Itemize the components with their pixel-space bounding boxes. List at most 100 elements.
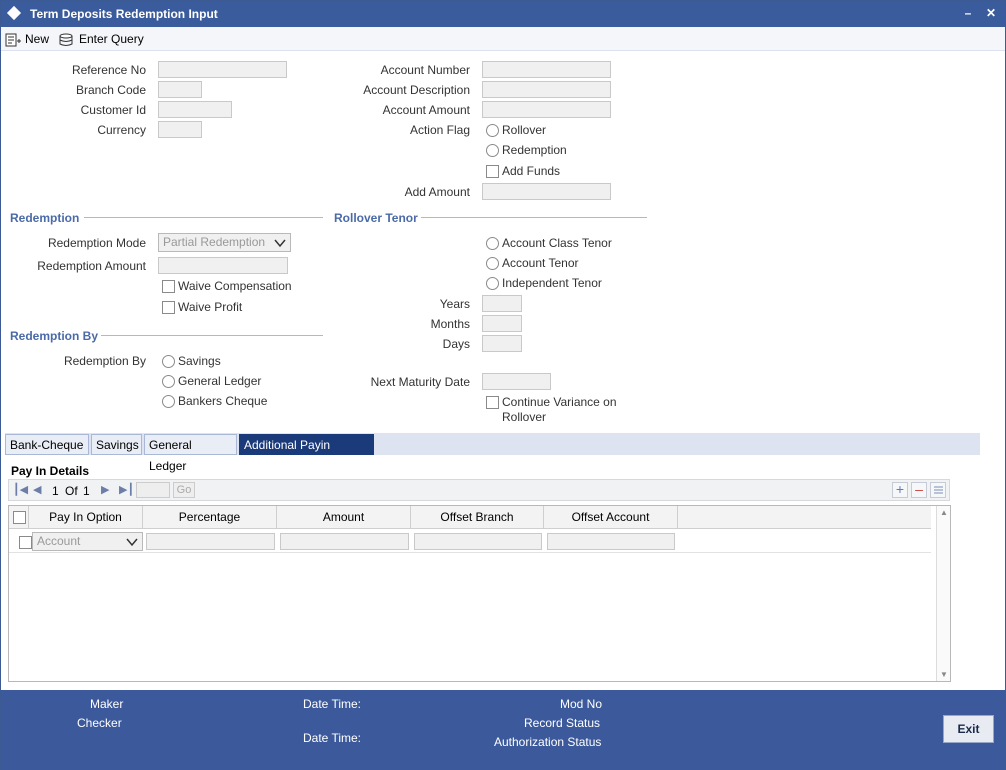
account-number-label: Account Number xyxy=(380,63,470,77)
redemption-by-section-divider xyxy=(101,335,323,336)
add-amount-field[interactable] xyxy=(482,183,611,200)
select-all-checkbox[interactable] xyxy=(13,511,26,524)
redemption-radio[interactable] xyxy=(486,144,499,157)
waive-profit-checkbox[interactable] xyxy=(162,301,175,314)
currency-field[interactable] xyxy=(158,121,202,138)
row-select-checkbox[interactable] xyxy=(19,536,32,549)
of-label: Of xyxy=(65,484,78,498)
scroll-up-icon[interactable]: ▲ xyxy=(940,508,948,517)
col-amount: Amount xyxy=(277,506,411,529)
footer: Maker Checker Date Time: Date Time: Mod … xyxy=(1,690,1005,770)
days-label: Days xyxy=(442,337,470,351)
last-page-icon[interactable]: ▶┃ xyxy=(119,483,134,496)
account-description-field[interactable] xyxy=(482,81,611,98)
account-amount-label: Account Amount xyxy=(382,103,470,117)
rollover-option-label: Rollover xyxy=(502,123,547,137)
general-ledger-option-label: General Ledger xyxy=(178,374,262,388)
account-amount-field[interactable] xyxy=(482,101,611,118)
redemption-by-section-title: Redemption By xyxy=(10,329,99,343)
window-title: Term Deposits Redemption Input xyxy=(30,7,218,21)
col-pay-in-option: Pay In Option xyxy=(29,506,143,529)
prev-page-icon[interactable]: ◀ xyxy=(33,483,41,496)
next-page-icon[interactable]: ▶ xyxy=(101,483,109,496)
scroll-down-icon[interactable]: ▼ xyxy=(940,670,948,679)
rollover-radio[interactable] xyxy=(486,124,499,137)
reference-no-field[interactable] xyxy=(158,61,287,78)
go-button[interactable]: Go xyxy=(173,482,195,498)
close-button[interactable]: ✕ xyxy=(984,5,998,21)
table-scrollbar[interactable]: ▲ ▼ xyxy=(936,506,950,681)
tab-savings[interactable]: Savings xyxy=(91,434,142,455)
currency-label: Currency xyxy=(97,123,146,137)
tab-bank-cheque[interactable]: Bank-Cheque xyxy=(5,434,89,455)
pay-in-option-select[interactable]: Account xyxy=(32,532,143,551)
branch-code-label: Branch Code xyxy=(75,83,146,97)
independent-tenor-radio[interactable] xyxy=(486,277,499,290)
offset-account-field[interactable] xyxy=(547,533,675,550)
account-number-field[interactable] xyxy=(482,61,611,78)
customer-id-field[interactable] xyxy=(158,101,232,118)
tab-additional-payin-details[interactable]: Additional Payin Details xyxy=(239,434,374,473)
redemption-option-label: Redemption xyxy=(502,143,567,157)
mod-no-label: Mod No xyxy=(560,697,603,711)
exit-button[interactable]: Exit xyxy=(943,715,994,743)
checker-date-time-label: Date Time: xyxy=(303,731,362,745)
waive-compensation-label: Waive Compensation xyxy=(178,279,292,293)
redemption-amount-field[interactable] xyxy=(158,257,288,274)
col-offset-account: Offset Account xyxy=(544,506,678,529)
single-view-icon[interactable] xyxy=(930,482,946,498)
tab-strip: Bank-Cheque Savings General Ledger Addit… xyxy=(5,433,980,473)
redemption-mode-value: Partial Redemption xyxy=(163,235,266,249)
col-offset-branch: Offset Branch xyxy=(411,506,544,529)
pagination-bar: ┃◀ ◀ 1 Of 1 ▶ ▶┃ Go + – xyxy=(8,479,950,501)
bankers-cheque-radio[interactable] xyxy=(162,395,175,408)
days-field[interactable] xyxy=(482,335,522,352)
account-tenor-radio[interactable] xyxy=(486,257,499,270)
redemption-section-divider xyxy=(84,217,323,218)
select-all-cell xyxy=(9,506,29,529)
add-funds-label: Add Funds xyxy=(502,164,561,178)
months-field[interactable] xyxy=(482,315,522,332)
table-header: Pay In Option Percentage Amount Offset B… xyxy=(9,506,931,529)
months-label: Months xyxy=(430,317,470,331)
reference-no-label: Reference No xyxy=(71,63,146,77)
table-row: Account xyxy=(9,530,931,553)
savings-radio[interactable] xyxy=(162,355,175,368)
checker-label: Checker xyxy=(77,716,122,730)
redemption-mode-select[interactable]: Partial Redemption xyxy=(158,233,291,252)
first-page-icon[interactable]: ┃◀ xyxy=(13,483,28,496)
tab-general-ledger[interactable]: General Ledger xyxy=(144,434,237,473)
offset-branch-field[interactable] xyxy=(414,533,542,550)
continue-variance-checkbox[interactable] xyxy=(486,396,499,409)
minimize-button[interactable]: – xyxy=(961,5,975,21)
waive-compensation-checkbox[interactable] xyxy=(162,280,175,293)
page-number-input[interactable] xyxy=(136,482,170,498)
next-maturity-date-label: Next Maturity Date xyxy=(370,375,470,389)
years-label: Years xyxy=(439,297,470,311)
continue-variance-label-line1: Continue Variance on xyxy=(502,395,617,409)
rollover-tenor-section-title: Rollover Tenor xyxy=(334,211,418,225)
branch-code-field[interactable] xyxy=(158,81,202,98)
add-amount-label: Add Amount xyxy=(404,185,470,199)
delete-row-icon[interactable]: – xyxy=(911,482,927,498)
customer-id-label: Customer Id xyxy=(80,103,146,117)
years-field[interactable] xyxy=(482,295,522,312)
account-class-tenor-radio[interactable] xyxy=(486,237,499,250)
general-ledger-radio[interactable] xyxy=(162,375,175,388)
rollover-tenor-section-divider xyxy=(421,217,647,218)
savings-option-label: Savings xyxy=(178,354,221,368)
enter-query-label: Enter Query xyxy=(79,32,144,46)
new-button[interactable]: New xyxy=(5,30,49,48)
add-row-icon[interactable]: + xyxy=(892,482,908,498)
amount-field[interactable] xyxy=(280,533,409,550)
window: Term Deposits Redemption Input – ✕ New E… xyxy=(0,0,1006,770)
account-tenor-label: Account Tenor xyxy=(502,256,579,270)
action-flag-label: Action Flag xyxy=(409,123,470,137)
enter-query-button[interactable]: Enter Query xyxy=(59,30,144,48)
waive-profit-label: Waive Profit xyxy=(178,300,243,314)
pay-in-option-value: Account xyxy=(37,534,81,548)
add-funds-checkbox[interactable] xyxy=(486,165,499,178)
new-label: New xyxy=(25,32,50,46)
percentage-field[interactable] xyxy=(146,533,275,550)
next-maturity-date-field[interactable] xyxy=(482,373,551,390)
